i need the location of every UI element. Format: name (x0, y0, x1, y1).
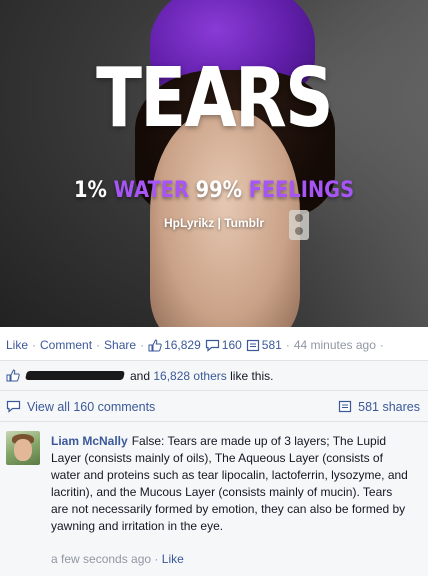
share-icon (246, 339, 259, 351)
separator: · (140, 338, 145, 352)
view-all-comments-link[interactable]: View all 160 comments (6, 400, 155, 414)
subtitle-water: WATER (113, 178, 189, 203)
comments-bar-row: View all 160 comments 581 shares (0, 392, 428, 422)
share-link[interactable]: Share (104, 338, 136, 352)
shares-count: 581 (261, 338, 282, 352)
avatar[interactable] (6, 431, 40, 465)
likes-and-text: and 16,828 others like this. (130, 368, 274, 383)
post-action-bar: Like · Comment · Share · 16,829 160 581 … (0, 335, 428, 355)
separator: · (154, 552, 159, 566)
shares-count-link[interactable]: 581 (246, 338, 282, 352)
subtitle-percent-feelings: 99% (195, 178, 243, 203)
comment-bubble-icon (6, 400, 21, 413)
like-link[interactable]: Like (6, 338, 28, 352)
comment-meta: a few seconds ago · Like (51, 552, 184, 566)
others-like-link[interactable]: 16,828 others (153, 369, 226, 383)
subtitle-feelings: FEELINGS (248, 178, 355, 203)
comment-body: Liam McNally False: Tears are made up of … (51, 433, 411, 535)
comment-item: Liam McNally False: Tears are made up of … (0, 423, 428, 577)
redacted-name (25, 371, 125, 380)
likes-summary-row: and 16,828 others like this. (0, 361, 428, 391)
shares-link[interactable]: 581 shares (338, 400, 420, 414)
image-title: TEARS (96, 51, 333, 146)
subtitle-percent-water: 1% (73, 178, 107, 203)
thumbs-up-icon (6, 369, 20, 382)
comment-timestamp[interactable]: a few seconds ago (51, 552, 151, 566)
comment-bubble-icon (205, 339, 219, 352)
separator: · (96, 338, 101, 352)
image-credit: HpLyrikz | Tumblr (163, 216, 265, 230)
comment-text: False: Tears are made up of 3 layers; Th… (51, 434, 408, 533)
likes-count: 16,829 (164, 338, 201, 352)
image-subtitle: 1% WATER 99% FEELINGS (26, 178, 403, 203)
likes-count-link[interactable]: 16,829 (148, 338, 201, 352)
shares-label: 581 shares (358, 399, 420, 414)
comment-author[interactable]: Liam McNally (51, 434, 128, 448)
comment-link[interactable]: Comment (40, 338, 92, 352)
separator: · (32, 338, 37, 352)
comment-like-link[interactable]: Like (162, 552, 184, 566)
separator: · (379, 338, 384, 352)
feedback-box: and 16,828 others like this. View all 16… (0, 360, 428, 576)
comments-count-link[interactable]: 160 (205, 338, 242, 352)
thumbs-up-icon (148, 338, 162, 351)
post-timestamp[interactable]: 44 minutes ago (294, 338, 376, 352)
view-all-comments-label: View all 160 comments (27, 399, 156, 414)
comments-count: 160 (221, 338, 242, 352)
share-icon (339, 400, 352, 413)
separator: · (285, 338, 290, 352)
post-photo[interactable]: TEARS 1% WATER 99% FEELINGS HpLyrikz | T… (0, 0, 428, 327)
